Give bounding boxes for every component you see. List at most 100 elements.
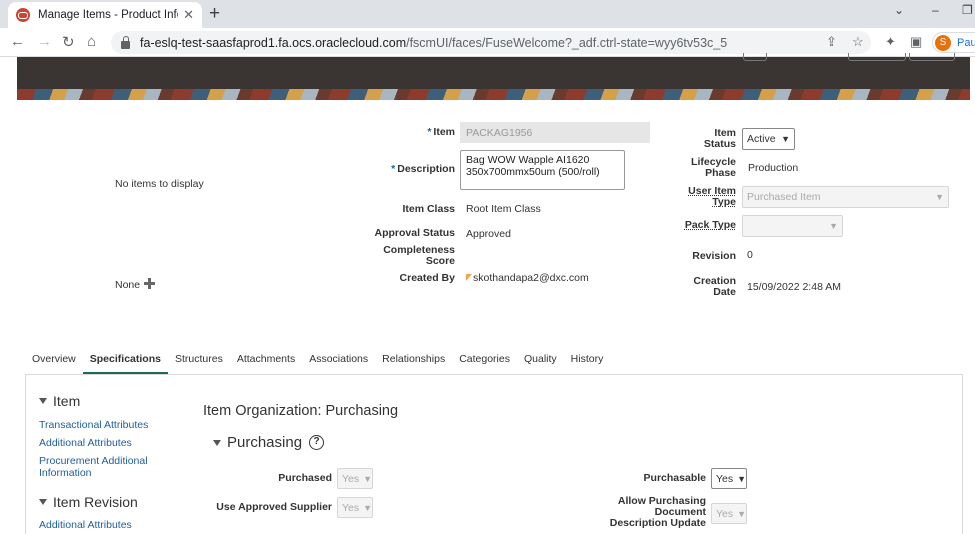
extensions-icon[interactable]: ✦	[885, 34, 896, 50]
collapse-triangle-icon	[39, 398, 47, 404]
url-path: /fscmUI/faces/FuseWelcome?_adf.ctrl-stat…	[406, 35, 728, 50]
required-icon: *	[427, 126, 432, 138]
user-item-type-label-line2: Type	[712, 196, 736, 208]
decorative-banner	[17, 89, 970, 100]
url-host: fa-eslq-test-saasfaprod1.fa.ocs.oraclecl…	[140, 35, 407, 50]
back-icon[interactable]: ←	[10, 33, 25, 50]
chevron-down-icon: ▼	[363, 473, 373, 484]
url-field[interactable]: fa-eslq-test-saasfaprod1.fa.ocs.oraclecl…	[111, 31, 871, 54]
chevron-down-icon: ▼	[737, 473, 747, 484]
org-title: Item Organization: Purchasing	[203, 403, 399, 419]
creation-date-value: 15/09/2022 2:48 AM	[747, 281, 841, 293]
bookmark-star-icon[interactable]: ☆	[852, 34, 864, 50]
purchasable-value: Yes	[716, 472, 734, 485]
url-text: fa-eslq-test-saasfaprod1.fa.ocs.oraclecl…	[140, 36, 727, 50]
allow-doc-update-label: Allow Purchasing Document Description Up…	[609, 495, 706, 529]
collapse-triangle-icon	[213, 439, 221, 446]
created-by-text: skothandapa2@dxc.com	[473, 272, 589, 284]
tab-history[interactable]: History	[564, 346, 611, 374]
chevron-down-icon: ▼	[737, 508, 747, 519]
minimize-icon[interactable]: –	[932, 3, 939, 17]
approval-status-value: Approved	[466, 228, 511, 240]
item-section-heading[interactable]: Item	[39, 393, 80, 409]
completeness-label: Completeness Score	[360, 245, 455, 267]
avatar: S	[935, 34, 951, 51]
purchased-label: Purchased	[278, 472, 332, 484]
use-approved-supplier-value: Yes	[342, 501, 360, 514]
new-tab-button[interactable]: +	[209, 3, 220, 25]
lifecycle-label-line2: Phase	[705, 167, 736, 179]
add-plus-icon[interactable]	[144, 278, 156, 289]
item-revision-heading[interactable]: Item Revision	[39, 494, 138, 510]
reload-icon[interactable]: ↻	[62, 33, 75, 51]
item-status-label-line2: Status	[703, 138, 736, 150]
forward-icon[interactable]: →	[37, 33, 52, 50]
detail-tabs: Overview Specifications Structures Attac…	[25, 346, 610, 374]
item-status-select[interactable]: Active ▼	[742, 128, 795, 150]
created-by-label: Created By	[399, 272, 455, 284]
app-header	[17, 53, 970, 89]
lock-icon	[121, 35, 130, 49]
flag-icon	[466, 274, 472, 281]
tab-quality[interactable]: Quality	[517, 346, 564, 374]
additional-attributes-link[interactable]: Additional Attributes	[39, 437, 132, 450]
required-icon: *	[391, 163, 396, 175]
pack-type-select: ▼	[742, 215, 843, 237]
chevron-down-icon: ▼	[935, 192, 944, 202]
pack-type-label: Pack Type	[684, 219, 736, 231]
item-class-label: Item Class	[402, 203, 455, 215]
tab-attachments[interactable]: Attachments	[230, 346, 302, 374]
tab-associations[interactable]: Associations	[302, 346, 375, 374]
user-item-type-value: Purchased Item	[747, 191, 821, 203]
profile-button[interactable]: S Paus	[932, 32, 975, 53]
none-text: None	[115, 279, 141, 291]
header-button[interactable]	[909, 53, 955, 61]
creation-date-label: Creation Date	[680, 276, 736, 298]
help-icon[interactable]: ?	[309, 435, 325, 450]
item-status-label: Item Status	[680, 128, 736, 150]
description-field[interactable]: Bag WOW Wapple AI1620 350x700mmx50um (50…	[460, 150, 625, 190]
purchasable-select[interactable]: Yes ▼	[711, 468, 747, 489]
purchasing-section-title[interactable]: Purchasing?	[213, 434, 325, 451]
use-approved-supplier-select: Yes ▼	[337, 497, 373, 518]
item-label: * Item	[380, 127, 455, 138]
share-icon[interactable]: ⇪	[826, 34, 837, 50]
allow-doc-update-value: Yes	[716, 507, 734, 520]
tab-structures[interactable]: Structures	[168, 346, 230, 374]
chevron-down-icon[interactable]: ⌄	[894, 3, 904, 17]
item-heading-text: Item	[53, 393, 81, 409]
browser-tab[interactable]: Manage Items - Product Informa ✕	[8, 2, 202, 28]
approval-status-label: Approval Status	[374, 227, 455, 239]
close-tab-icon[interactable]: ✕	[183, 7, 194, 23]
purchasing-title-text: Purchasing	[227, 434, 303, 451]
purchased-select: Yes ▼	[337, 468, 373, 489]
none-label: None	[115, 278, 156, 291]
address-bar: ← → ↻ ⌂ fa-eslq-test-saasfaprod1.fa.ocs.…	[0, 28, 975, 57]
item-class-value: Root Item Class	[466, 203, 541, 215]
created-by-value: skothandapa2@dxc.com	[466, 272, 589, 284]
user-item-type-select: Purchased Item ▼	[742, 186, 949, 208]
transactional-attributes-link[interactable]: Transactional Attributes	[39, 419, 148, 432]
tab-specifications[interactable]: Specifications	[82, 346, 168, 374]
oracle-favicon-icon	[16, 8, 30, 22]
lifecycle-phase-label: Lifecycle Phase	[680, 157, 736, 179]
procurement-additional-info-link[interactable]: Procurement Additional Information	[39, 455, 159, 479]
side-panel-icon[interactable]: ▣	[910, 34, 922, 50]
home-icon[interactable]: ⌂	[87, 33, 96, 50]
header-button[interactable]	[743, 53, 767, 61]
lifecycle-phase-value: Production	[748, 162, 799, 174]
tab-relationships[interactable]: Relationships	[375, 346, 452, 374]
purchasable-label: Purchasable	[643, 472, 706, 484]
item-revision-heading-text: Item Revision	[53, 494, 138, 510]
creation-date-label-line2: Date	[713, 286, 736, 298]
chevron-down-icon: ▼	[781, 134, 790, 144]
tab-overview[interactable]: Overview	[25, 346, 83, 374]
allow-doc-update-select: Yes ▼	[711, 503, 747, 524]
header-button[interactable]	[848, 53, 906, 61]
restore-icon[interactable]: ❐	[962, 3, 973, 17]
specifications-panel	[25, 374, 963, 534]
tab-categories[interactable]: Categories	[452, 346, 517, 374]
browser-tab-title: Manage Items - Product Informa	[38, 9, 178, 21]
description-label: * Description	[380, 164, 455, 175]
revision-label: Revision	[692, 250, 736, 262]
